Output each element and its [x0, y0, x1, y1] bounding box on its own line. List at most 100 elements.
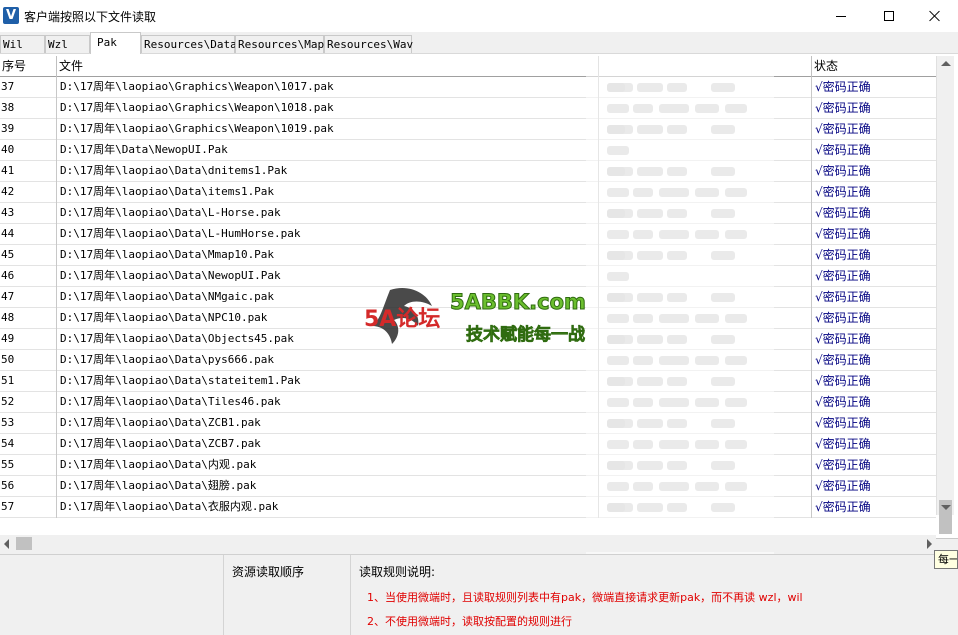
- row-file-cell: D:\17周年\laopiao\Graphics\Weapon\1017.pak: [57, 77, 599, 98]
- row-status-cell: √密码正确: [815, 374, 871, 388]
- redacted-blob: [667, 209, 687, 218]
- redacted-blob: [637, 125, 663, 134]
- tab-pak[interactable]: Pak: [90, 32, 141, 54]
- minimize-button[interactable]: [818, 0, 864, 32]
- scroll-up-icon[interactable]: [941, 61, 951, 66]
- row-hidden-cell: [599, 497, 812, 518]
- row-file-cell: D:\17周年\laopiao\Data\NPC10.pak: [57, 308, 599, 329]
- scroll-down-icon[interactable]: [941, 505, 951, 510]
- table-row[interactable]: 57 D:\17周年\laopiao\Data\衣服内观.pak √密码正确: [0, 497, 936, 518]
- scroll-right-icon[interactable]: [927, 539, 932, 549]
- tab-resources-wav[interactable]: Resources\Wav: [324, 35, 413, 53]
- table-row[interactable]: 44 D:\17周年\laopiao\Data\L-HumHorse.pak √密码…: [0, 224, 936, 245]
- column-header-file[interactable]: 文件: [57, 56, 599, 77]
- redacted-blob: [711, 335, 735, 344]
- horizontal-scrollbar[interactable]: [0, 535, 936, 552]
- table-row[interactable]: 53 D:\17周年\laopiao\Data\ZCB1.pak √密码正确: [0, 413, 936, 434]
- row-status-cell: √密码正确: [815, 143, 871, 157]
- row-index-cell: 52: [0, 392, 57, 413]
- table-row[interactable]: 38 D:\17周年\laopiao\Graphics\Weapon\1018.p…: [0, 98, 936, 119]
- row-status-cell: √密码正确: [815, 395, 871, 409]
- table-row[interactable]: 40 D:\17周年\Data\NewopUI.Pak √密码正确: [0, 140, 936, 161]
- column-header-status[interactable]: 状态: [812, 56, 936, 77]
- vertical-scrollbar[interactable]: [936, 56, 954, 534]
- row-file-cell: D:\17周年\laopiao\Data\items1.Pak: [57, 182, 599, 203]
- scroll-left-icon[interactable]: [4, 539, 9, 549]
- row-file-cell: D:\17周年\laopiao\Graphics\Weapon\1018.pak: [57, 98, 599, 119]
- table-row[interactable]: 43 D:\17周年\laopiao\Data\L-Horse.pak √密码正确: [0, 203, 936, 224]
- row-hidden-cell: [599, 371, 812, 392]
- redacted-blob: [725, 356, 747, 365]
- table-row[interactable]: 37 D:\17周年\laopiao\Graphics\Weapon\1017.p…: [0, 77, 936, 98]
- table-row[interactable]: 47 D:\17周年\laopiao\Data\NMgaic.pak √密码正确: [0, 287, 936, 308]
- row-index-cell: 57: [0, 497, 57, 518]
- row-index-cell: 55: [0, 455, 57, 476]
- row-status-cell: √密码正确: [815, 122, 871, 136]
- close-button[interactable]: [912, 0, 958, 32]
- redacted-blob: [607, 230, 629, 239]
- tooltip: 每一: [934, 550, 958, 569]
- table-row[interactable]: 54 D:\17周年\laopiao\Data\ZCB7.pak √密码正确: [0, 434, 936, 455]
- redacted-blob: [659, 398, 689, 407]
- redacted-blob: [607, 482, 629, 491]
- redacted-blob: [667, 293, 687, 302]
- table-row[interactable]: 41 D:\17周年\laopiao\Data\dnitems1.Pak √密码正确: [0, 161, 936, 182]
- row-hidden-cell: [599, 140, 812, 161]
- tab-resources-map[interactable]: Resources\Map: [235, 35, 324, 53]
- redacted-blob: [659, 188, 689, 197]
- row-index-cell: 37: [0, 77, 57, 98]
- redacted-blob: [659, 104, 689, 113]
- table-row[interactable]: 49 D:\17周年\laopiao\Data\Objects45.pak √密码正…: [0, 329, 936, 350]
- row-index-cell: 41: [0, 161, 57, 182]
- row-file-cell: D:\17周年\laopiao\Data\L-Horse.pak: [57, 203, 599, 224]
- redacted-blob: [725, 398, 747, 407]
- table-row[interactable]: 52 D:\17周年\laopiao\Data\Tiles46.pak √密码正确: [0, 392, 936, 413]
- row-index-cell: 46: [0, 266, 57, 287]
- table-row[interactable]: 51 D:\17周年\laopiao\Data\stateitem1.Pak √密码…: [0, 371, 936, 392]
- redacted-blob: [637, 419, 663, 428]
- maximize-button[interactable]: [866, 0, 912, 32]
- row-status-cell: √密码正确: [815, 479, 871, 493]
- table-row[interactable]: 46 D:\17周年\laopiao\Data\NewopUI.Pak √密码正确: [0, 266, 936, 287]
- table-row[interactable]: 48 D:\17周年\laopiao\Data\NPC10.pak √密码正确: [0, 308, 936, 329]
- redacted-blob: [607, 293, 625, 302]
- row-file-cell: D:\17周年\laopiao\Data\Tiles46.pak: [57, 392, 599, 413]
- row-status-cell: √密码正确: [815, 101, 871, 115]
- row-index-cell: 50: [0, 350, 57, 371]
- row-hidden-cell: [599, 203, 812, 224]
- row-hidden-cell: [599, 392, 812, 413]
- table-row[interactable]: 50 D:\17周年\laopiao\Data\pys666.pak √密码正确: [0, 350, 936, 371]
- horizontal-scroll-thumb[interactable]: [16, 537, 32, 550]
- row-hidden-cell: [599, 77, 812, 98]
- row-file-cell: D:\17周年\Data\NewopUI.Pak: [57, 140, 599, 161]
- redacted-blob: [607, 167, 625, 176]
- redacted-blob: [633, 440, 653, 449]
- redacted-blob: [725, 188, 747, 197]
- redacted-blob: [637, 167, 663, 176]
- row-file-cell: D:\17周年\laopiao\Data\内观.pak: [57, 455, 599, 476]
- table-row[interactable]: 56 D:\17周年\laopiao\Data\翅膀.pak √密码正确: [0, 476, 936, 497]
- window-title: 客户端按照以下文件读取: [24, 10, 157, 24]
- table-row[interactable]: 39 D:\17周年\laopiao\Graphics\Weapon\1019.p…: [0, 119, 936, 140]
- file-grid[interactable]: 序号 文件 状态 37 D:\17周年\laopiao\Graphics\Weap…: [0, 54, 958, 539]
- redacted-blob: [637, 461, 663, 470]
- redacted-blob: [607, 104, 629, 113]
- table-row[interactable]: 42 D:\17周年\laopiao\Data\items1.Pak √密码正确: [0, 182, 936, 203]
- redacted-blob: [633, 482, 653, 491]
- column-header-index[interactable]: 序号: [0, 56, 57, 77]
- redacted-blob: [725, 104, 747, 113]
- row-hidden-cell: [599, 224, 812, 245]
- tab-wil[interactable]: Wil: [0, 35, 45, 53]
- table-row[interactable]: 45 D:\17周年\laopiao\Data\Mmap10.Pak √密码正确: [0, 245, 936, 266]
- redacted-blob: [607, 503, 625, 512]
- redacted-blob: [607, 461, 625, 470]
- redacted-blob: [667, 125, 687, 134]
- table-row[interactable]: 55 D:\17周年\laopiao\Data\内观.pak √密码正确: [0, 455, 936, 476]
- tab-wzl[interactable]: Wzl: [45, 35, 90, 53]
- row-index-cell: 42: [0, 182, 57, 203]
- row-index-cell: 44: [0, 224, 57, 245]
- column-header-hidden[interactable]: [599, 56, 812, 77]
- row-index-cell: 56: [0, 476, 57, 497]
- row-file-cell: D:\17周年\laopiao\Data\stateitem1.Pak: [57, 371, 599, 392]
- tab-resources-data[interactable]: Resources\Data: [141, 35, 237, 53]
